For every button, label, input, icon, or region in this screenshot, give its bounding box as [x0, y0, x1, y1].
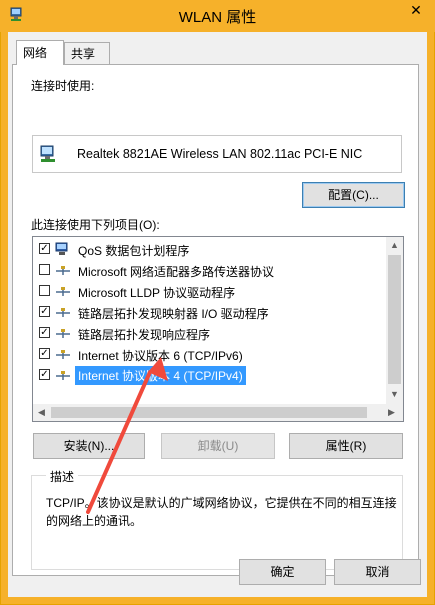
list-item[interactable]: Internet 协议版本 6 (TCP/IPv6)	[33, 344, 384, 365]
horizontal-scroll-thumb[interactable]	[51, 407, 367, 418]
protocol-icon	[56, 308, 70, 317]
protocol-icon	[56, 329, 70, 338]
tab-network[interactable]: 网络	[16, 40, 64, 65]
item-checkbox[interactable]	[39, 327, 50, 338]
close-icon: ✕	[410, 2, 422, 18]
window-title: WLAN 属性	[178, 9, 257, 26]
protocol-icon	[56, 371, 70, 380]
dialog-client: 网络 共享 连接时使用: Realtek 8821AE Wireless LAN…	[8, 32, 427, 597]
connect-using-label: 连接时使用:	[31, 79, 95, 93]
item-label: Internet 协议版本 6 (TCP/IPv6)	[78, 349, 243, 363]
item-checkbox[interactable]	[39, 369, 50, 380]
adapter-name: Realtek 8821AE Wireless LAN 802.11ac PCI…	[77, 147, 363, 161]
description-text: TCP/IP。该协议是默认的广域网络协议，它提供在不同的相互连接的网络上的通讯。	[46, 496, 397, 528]
list-item-selected[interactable]: Internet 协议版本 4 (TCP/IPv4)	[33, 365, 384, 386]
description-legend: 描述	[46, 468, 79, 485]
scroll-left-icon[interactable]: ◀	[33, 407, 50, 418]
configure-button[interactable]: 配置(C)...	[302, 182, 405, 208]
tab-network-label: 网络	[23, 46, 48, 60]
close-button[interactable]: ✕	[405, 1, 427, 19]
description-group: 描述 TCP/IP。该协议是默认的广域网络协议，它提供在不同的相互连接的网络上的…	[31, 468, 403, 570]
item-checkbox[interactable]	[39, 348, 50, 359]
scroll-right-icon[interactable]: ▶	[383, 407, 400, 418]
scroll-up-icon[interactable]: ▲	[386, 240, 403, 250]
qos-icon	[55, 242, 68, 255]
item-checkbox[interactable]	[39, 306, 50, 317]
item-label: Microsoft LLDP 协议驱动程序	[78, 286, 236, 300]
tab-panel-network: 连接时使用: Realtek 8821AE Wireless LAN 802.1…	[12, 64, 419, 576]
tab-sharing[interactable]: 共享	[64, 42, 110, 65]
list-item[interactable]: Microsoft LLDP 协议驱动程序	[33, 281, 384, 302]
vertical-scroll-thumb[interactable]	[388, 255, 401, 384]
install-button[interactable]: 安装(N)...	[33, 433, 145, 459]
item-label: Internet 协议版本 4 (TCP/IPv4)	[75, 366, 246, 385]
items-section-label: 此连接使用下列项目(O):	[31, 218, 160, 232]
adapter-display: Realtek 8821AE Wireless LAN 802.11ac PCI…	[32, 135, 402, 173]
properties-button[interactable]: 属性(R)	[289, 433, 403, 459]
title-bar[interactable]: WLAN 属性 ✕	[0, 0, 435, 32]
horizontal-scrollbar[interactable]: ◀ ▶	[33, 404, 403, 421]
list-item[interactable]: 链路层拓扑发现映射器 I/O 驱动程序	[33, 302, 384, 323]
item-label: QoS 数据包计划程序	[78, 244, 190, 258]
ok-button[interactable]: 确定	[239, 559, 326, 585]
uninstall-button[interactable]: 卸载(U)	[161, 433, 275, 459]
network-card-icon	[40, 145, 55, 162]
item-label: Microsoft 网络适配器多路传送器协议	[78, 265, 275, 279]
list-item[interactable]: Microsoft 网络适配器多路传送器协议	[33, 260, 384, 281]
item-checkbox[interactable]	[39, 285, 50, 296]
item-checkbox[interactable]	[39, 264, 50, 275]
protocol-icon	[56, 350, 70, 359]
list-item[interactable]: QoS 数据包计划程序	[33, 239, 384, 260]
connection-items-list[interactable]: QoS 数据包计划程序 Microsoft 网络适配器多路传送器协议 M	[32, 236, 404, 422]
vertical-scrollbar[interactable]: ▲ ▼	[386, 237, 403, 404]
item-label: 链路层拓扑发现响应程序	[78, 328, 211, 342]
list-item[interactable]: 链路层拓扑发现响应程序	[33, 323, 384, 344]
protocol-icon	[56, 287, 70, 296]
protocol-icon	[56, 266, 70, 275]
item-checkbox[interactable]	[39, 243, 50, 254]
scroll-down-icon[interactable]: ▼	[386, 389, 403, 399]
cancel-button[interactable]: 取消	[334, 559, 421, 585]
tab-sharing-label: 共享	[71, 47, 96, 61]
item-label: 链路层拓扑发现映射器 I/O 驱动程序	[78, 307, 269, 321]
